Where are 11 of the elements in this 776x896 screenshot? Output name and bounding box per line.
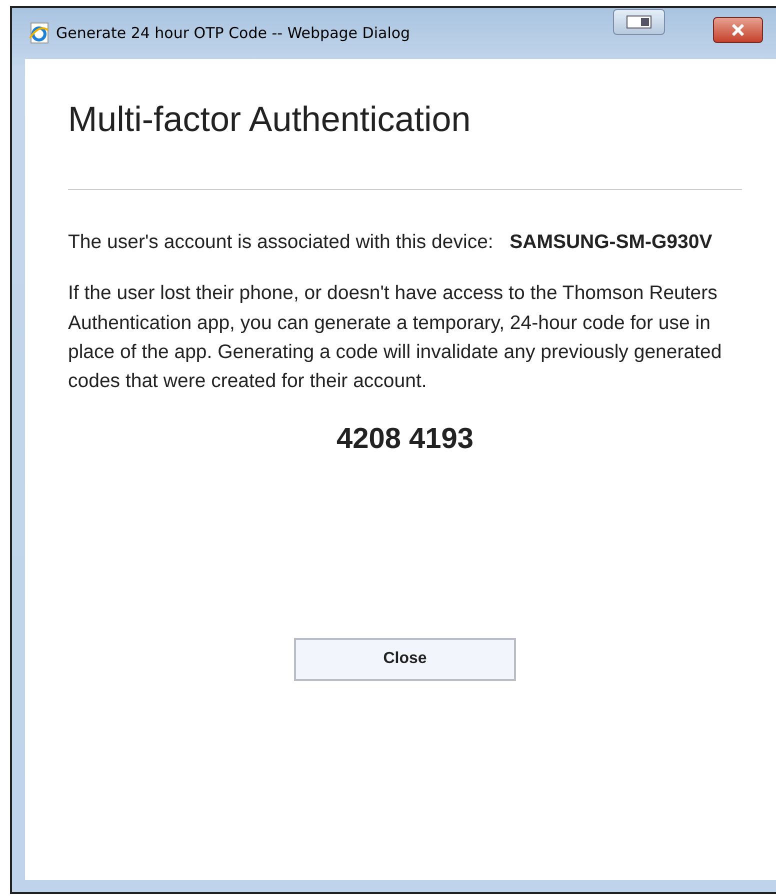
window-icon — [626, 15, 652, 29]
dialog-heading: Multi-factor Authentication — [68, 99, 472, 141]
device-text: The user's account is associated with this device: SAMSUNG-SM-G930V — [68, 230, 714, 255]
view-toggle-button[interactable] — [613, 9, 665, 35]
window-title: Generate 24 hour OTP Code -- Webpage Dialog — [56, 22, 410, 44]
browser-icon — [28, 22, 50, 44]
close-window-button[interactable] — [713, 17, 763, 43]
description-text: If the user lost their phone, or doesn't have access to the Thomson Reuters Authentication app, you can generate a temporary, 24-hour code for use in place of the app. Generating a code will invalidate any previously generated codes that were created for their account. — [68, 281, 723, 394]
otp-code: 4208 4193 — [335, 422, 475, 458]
close-button[interactable]: Close — [294, 638, 516, 681]
close-icon — [731, 24, 745, 36]
